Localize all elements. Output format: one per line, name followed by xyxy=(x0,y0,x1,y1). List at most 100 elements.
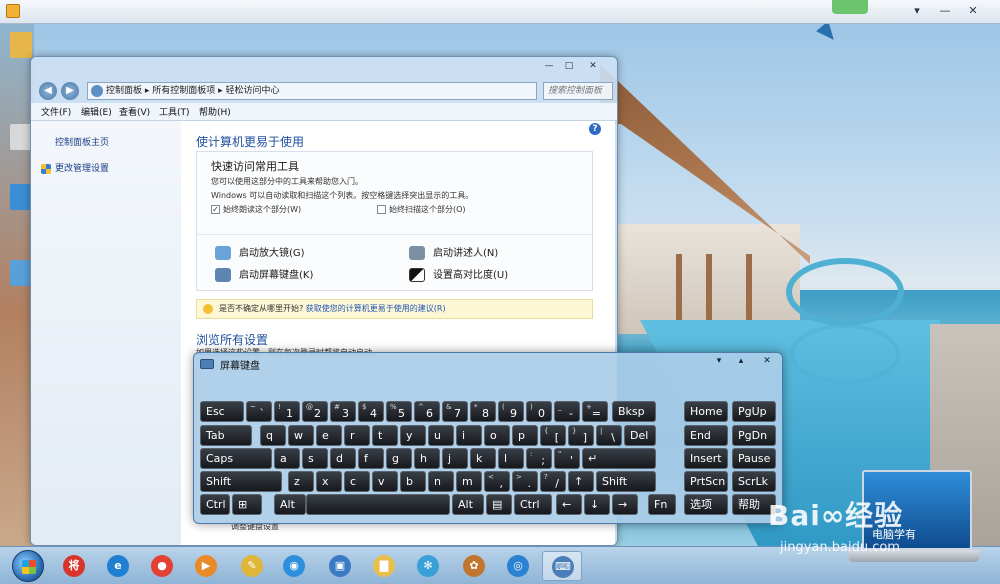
key-w[interactable]: w xyxy=(288,425,314,446)
minimize-button[interactable]: — xyxy=(541,59,557,73)
start-button[interactable] xyxy=(12,550,44,582)
computer-desktop-icon[interactable] xyxy=(10,32,32,58)
high-contrast-link[interactable]: 设置高对比度(U) xyxy=(409,266,508,282)
key-f[interactable]: f xyxy=(358,448,384,469)
viewer-close-button[interactable]: ✕ xyxy=(962,3,984,19)
key-lshift[interactable]: Shift xyxy=(200,471,282,492)
key-i[interactable]: i xyxy=(456,425,482,446)
key-h[interactable]: h xyxy=(414,448,440,469)
key-enter[interactable]: ↵ xyxy=(582,448,656,469)
key-fn[interactable]: Fn xyxy=(648,494,676,515)
key-p[interactable]: p xyxy=(512,425,538,446)
key-space[interactable] xyxy=(306,494,450,515)
taskbar-item[interactable]: ✎ xyxy=(232,551,272,581)
key-rctrl[interactable]: Ctrl xyxy=(514,494,552,515)
taskbar-item[interactable]: ▣ xyxy=(320,551,360,581)
key-quote[interactable]: " ' xyxy=(554,448,580,469)
osk-fade-button[interactable]: ▴ xyxy=(734,354,748,368)
address-bar[interactable]: 控制面板 ▸ 所有控制面板项 ▸ 轻松访问中心 xyxy=(87,82,537,100)
key-o[interactable]: o xyxy=(484,425,510,446)
taskbar-item[interactable]: e xyxy=(98,551,138,581)
menu-file[interactable]: 文件(F) xyxy=(41,105,71,118)
key-semicolon[interactable]: :; xyxy=(526,448,552,469)
key-options[interactable]: 选项 xyxy=(684,494,728,515)
taskbar-item[interactable]: ⌨ xyxy=(542,551,582,581)
key-comma[interactable]: <, xyxy=(484,471,510,492)
start-magnifier-link[interactable]: 启动放大镜(G) xyxy=(215,244,305,260)
key-insert[interactable]: Insert xyxy=(684,448,728,469)
key-right[interactable]: → xyxy=(612,494,638,515)
back-button[interactable]: ◀ xyxy=(39,82,57,100)
key-slash[interactable]: ? / xyxy=(540,471,566,492)
key-tab[interactable]: Tab xyxy=(200,425,252,446)
key-lalt[interactable]: Alt xyxy=(274,494,306,515)
key-5[interactable]: % 5 xyxy=(386,401,412,422)
taskbar-item[interactable]: ✿ xyxy=(454,551,494,581)
key-0[interactable]: ) 0 xyxy=(526,401,552,422)
osk-close-button[interactable]: ✕ xyxy=(760,354,774,368)
key-minus[interactable]: _ - xyxy=(554,401,580,422)
key-menu[interactable]: ▤ xyxy=(486,494,512,515)
key-e[interactable]: e xyxy=(316,425,342,446)
start-narrator-link[interactable]: 启动讲述人(N) xyxy=(409,244,498,260)
osk-menu-button[interactable]: ▾ xyxy=(712,354,726,368)
key-lctrl[interactable]: Ctrl xyxy=(200,494,230,515)
key-y[interactable]: y xyxy=(400,425,426,446)
menu-edit[interactable]: 编辑(E) xyxy=(81,105,112,118)
taskbar-item[interactable]: ◉ xyxy=(274,551,314,581)
sidebar-item-home[interactable]: 控制面板主页 xyxy=(55,135,109,148)
key-win[interactable]: ⊞ xyxy=(232,494,262,515)
key-pause[interactable]: Pause xyxy=(732,448,776,469)
key-pgdn[interactable]: PgDn xyxy=(732,425,776,446)
taskbar-item[interactable]: ✻ xyxy=(408,551,448,581)
key-esc[interactable]: Esc xyxy=(200,401,244,422)
key-home[interactable]: Home xyxy=(684,401,728,422)
key-end[interactable]: End xyxy=(684,425,728,446)
key-rshift[interactable]: Shift xyxy=(596,471,656,492)
help-icon[interactable]: ? xyxy=(589,123,601,135)
key-j[interactable]: j xyxy=(442,448,468,469)
key-z[interactable]: z xyxy=(288,471,314,492)
key-v[interactable]: v xyxy=(372,471,398,492)
scan-section-checkbox[interactable]: 始终扫描这个部分(O) xyxy=(377,204,466,215)
key-pgup[interactable]: PgUp xyxy=(732,401,776,422)
menu-tools[interactable]: 工具(T) xyxy=(159,105,190,118)
menu-help[interactable]: 帮助(H) xyxy=(199,105,231,118)
recycle-desktop-icon[interactable] xyxy=(10,124,32,150)
key-k[interactable]: k xyxy=(470,448,496,469)
key-m[interactable]: m xyxy=(456,471,482,492)
key-b[interactable]: b xyxy=(400,471,426,492)
key-l[interactable]: l xyxy=(498,448,524,469)
maximize-button[interactable]: □ xyxy=(561,59,577,73)
checkbox-unchecked-icon[interactable] xyxy=(377,205,386,214)
key-lbracket[interactable]: {[ xyxy=(540,425,566,446)
taskbar-item[interactable]: ▇ xyxy=(364,551,404,581)
key-down[interactable]: ↓ xyxy=(584,494,610,515)
start-osk-link[interactable]: 启动屏幕键盘(K) xyxy=(215,266,313,282)
viewer-minimize-button[interactable]: — xyxy=(934,3,956,19)
key-9[interactable]: (9 xyxy=(498,401,524,422)
key-n[interactable]: n xyxy=(428,471,454,492)
key-d[interactable]: d xyxy=(330,448,356,469)
key-1[interactable]: ! 1 xyxy=(274,401,300,422)
recommendations-link[interactable]: 获取使您的计算机更易于使用的建议(R) xyxy=(306,304,446,313)
network-desktop-icon[interactable] xyxy=(10,260,32,286)
search-input[interactable]: 搜索控制面板 xyxy=(543,82,613,100)
key-a[interactable]: a xyxy=(274,448,300,469)
key-rbracket[interactable]: }] xyxy=(568,425,594,446)
key-ralt[interactable]: Alt xyxy=(452,494,484,515)
key-up[interactable]: ↑ xyxy=(568,471,594,492)
key-left[interactable]: ← xyxy=(556,494,582,515)
key-3[interactable]: #3 xyxy=(330,401,356,422)
key-x[interactable]: x xyxy=(316,471,342,492)
viewer-menu-button[interactable]: ▾ xyxy=(906,3,928,19)
forward-button[interactable]: ▶ xyxy=(61,82,79,100)
taskbar-item[interactable]: ◎ xyxy=(498,551,538,581)
key-equals[interactable]: + = xyxy=(582,401,608,422)
app-desktop-icon[interactable] xyxy=(10,184,32,210)
key-r[interactable]: r xyxy=(344,425,370,446)
close-button[interactable]: ✕ xyxy=(585,59,601,73)
key-s[interactable]: s xyxy=(302,448,328,469)
taskbar-item[interactable]: ● xyxy=(142,551,182,581)
key-tilde[interactable]: ~ ` xyxy=(246,401,272,422)
